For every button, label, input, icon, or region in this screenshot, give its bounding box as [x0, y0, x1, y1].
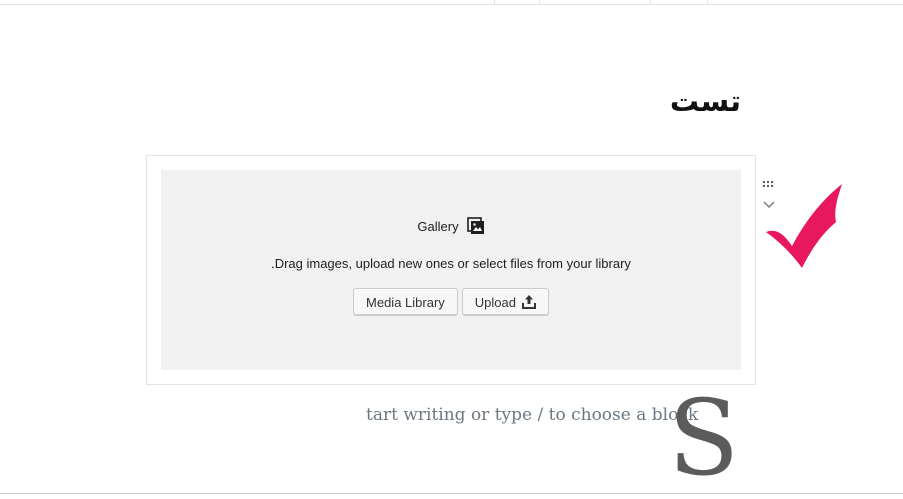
post-title[interactable]: تست — [670, 84, 741, 118]
toolbar-divider — [494, 0, 495, 4]
gallery-placeholder-label: Gallery — [161, 217, 741, 235]
gallery-label: Gallery — [417, 218, 459, 234]
gallery-placeholder: Gallery .Drag images, upload new ones or… — [161, 170, 741, 370]
gallery-icon — [466, 217, 485, 235]
toolbar-divider — [539, 0, 540, 4]
gallery-block[interactable]: Gallery .Drag images, upload new ones or… — [146, 155, 756, 385]
default-block-appender[interactable]: tart writing or type / to choose a block — [366, 405, 698, 425]
gallery-buttons: Media Library Upload — [161, 288, 741, 316]
bottom-divider — [0, 493, 903, 494]
media-library-button[interactable]: Media Library — [353, 288, 458, 316]
drop-cap-letter: S — [668, 377, 740, 499]
toolbar-divider — [650, 0, 651, 4]
media-library-button-label: Media Library — [366, 294, 445, 310]
toolbar-divider — [707, 0, 708, 4]
editor-top-toolbar — [0, 0, 903, 5]
upload-button[interactable]: Upload — [461, 288, 549, 316]
gallery-instructions: .Drag images, upload new ones or select … — [271, 256, 631, 271]
upload-icon — [521, 295, 536, 309]
upload-button-label: Upload — [474, 294, 516, 310]
checkmark-icon — [766, 184, 842, 268]
